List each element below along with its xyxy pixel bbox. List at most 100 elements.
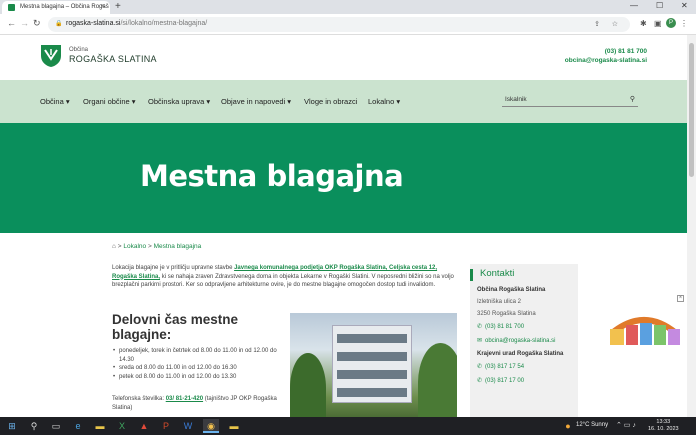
contact-phone-link[interactable]: ✆ (03) 81 81 700 [477, 323, 571, 330]
browser-tab[interactable]: Mestna blagajna – Občina Rogaš × [2, 1, 110, 14]
minimize-button[interactable]: — [630, 1, 638, 10]
windows-start-icon[interactable]: ⊞ [4, 419, 20, 433]
browser-toolbar: ← → ↻ 🔒 rogaska-slatina.si/si/lokalno/me… [0, 14, 696, 35]
logo-title[interactable]: ROGAŠKA SLATINA [69, 54, 157, 64]
profile-avatar[interactable]: P [666, 18, 676, 28]
office-phone-link[interactable]: ✆ (03) 817 17 00 [477, 377, 571, 384]
email-icon: ✉ [477, 338, 483, 344]
coat-of-arms-icon[interactable] [40, 44, 62, 68]
tab-close-icon[interactable]: × [101, 3, 105, 10]
back-arrow-icon[interactable]: ← [7, 18, 16, 28]
breadcrumb-current: Mestna blagajna [153, 243, 202, 250]
tab-title: Mestna blagajna – Občina Rogaš [20, 4, 109, 10]
url-path: /si/lokalno/mestna-blagajna/ [120, 20, 208, 27]
office-phone-link[interactable]: ✆ (03) 817 17 54 [477, 363, 571, 370]
file-explorer-icon[interactable]: ▬ [92, 419, 108, 433]
page-viewport: Občina ROGAŠKA SLATINA (03) 81 81 700 ob… [0, 35, 687, 417]
tab-strip: Mestna blagajna – Občina Rogaš × + — ☐ ✕ [0, 0, 696, 14]
menu-dots-icon[interactable]: ⋮ [680, 19, 688, 28]
nav-vloge-in-obrazci[interactable]: Vloge in obrazci [304, 97, 357, 106]
weather-text[interactable]: 12°C Sunny [576, 422, 608, 428]
window-row [337, 352, 407, 361]
close-window-button[interactable]: ✕ [681, 1, 688, 10]
favicon-icon [8, 4, 15, 11]
phone-icon: ✆ [477, 378, 483, 384]
search-icon[interactable]: ⚲ [26, 419, 42, 433]
new-tab-button[interactable]: + [115, 1, 121, 13]
search-icon[interactable]: ⚲ [630, 95, 635, 103]
building-photo [290, 313, 457, 417]
intro-text-1: Lokacija blagajne je v pritličju upravne… [112, 265, 235, 271]
phone-label: Telefonska številka: [112, 396, 166, 402]
url-host: rogaska-slatina.si [66, 20, 121, 27]
tree-shape [290, 353, 326, 417]
intro-text-2: ki se nahaja zraven Zdravstvenega doma i… [112, 273, 454, 289]
lock-icon: 🔒 [55, 21, 63, 27]
page-title: Mestna blagajna [140, 159, 404, 193]
forward-arrow-icon[interactable]: → [20, 18, 29, 28]
breadcrumb-separator: > [117, 243, 122, 250]
phone-icon: ✆ [477, 324, 483, 330]
breadcrumb-separator: > [147, 243, 152, 250]
contact-city: 3250 Rogaška Slatina [477, 311, 536, 317]
header-phone-link[interactable]: (03) 81 81 700 [605, 48, 647, 55]
share-icon[interactable]: ⇪ [594, 20, 600, 28]
clock[interactable]: 13:33 16. 10. 2023 [648, 419, 679, 433]
site-header: Občina ROGAŠKA SLATINA (03) 81 81 700 ob… [0, 35, 687, 80]
scrollbar-thumb[interactable] [689, 43, 694, 177]
nav-objave-in-napovedi[interactable]: Objave in napovedi ▾ [221, 97, 291, 106]
search-input[interactable]: Iskalnik ⚲ [502, 94, 638, 107]
chrome-icon[interactable]: ◉ [203, 419, 219, 433]
nav-lokalno[interactable]: Lokalno ▾ [368, 97, 400, 106]
task-view-icon[interactable]: ▭ [48, 419, 64, 433]
contact-email: obcina@rogaska-slatina.si [485, 338, 556, 344]
nav-obcina[interactable]: Občina ▾ [40, 97, 70, 106]
office-name: Krajevni urad Rogaška Slatina [477, 351, 564, 357]
phone-icon: ✆ [477, 364, 483, 370]
hours-item: sreda od 8.00 do 11.00 in od 12.00 do 16… [112, 364, 282, 373]
page-scrollbar[interactable] [687, 35, 696, 417]
hero-banner: Mestna blagajna [0, 123, 687, 233]
excel-icon[interactable]: X [114, 419, 130, 433]
edge-icon[interactable]: e [70, 419, 86, 433]
family-friendly-badge[interactable] [604, 307, 684, 349]
office-phone-1: (03) 817 17 54 [485, 364, 525, 370]
address-bar[interactable]: 🔒 rogaska-slatina.si/si/lokalno/mestna-b… [48, 17, 630, 32]
hours-heading: Delovni čas mestne blagajne: [112, 312, 239, 342]
contact-org: Občina Rogaška Slatina [477, 287, 546, 293]
phone-paragraph: Telefonska številka: 03/ 81-21-420 (tajn… [112, 395, 282, 412]
sidepanel-icon[interactable]: ▣ [654, 19, 662, 28]
ad-close-button[interactable]: × [677, 295, 684, 302]
okp-phone-link[interactable]: 03/ 81-21-420 [166, 396, 203, 402]
building-shape [332, 325, 412, 403]
nav-obcinska-uprava[interactable]: Občinska uprava ▾ [148, 97, 210, 106]
window-row [337, 388, 407, 397]
hours-list: ponedeljek, torek in četrtek od 8.00 do … [112, 347, 282, 381]
intro-paragraph: Lokacija blagajne je v pritličju upravne… [112, 264, 457, 290]
contacts-sidebar: Kontakti Občina Rogaška Slatina Izletniš… [470, 264, 578, 417]
reload-icon[interactable]: ↻ [33, 18, 41, 29]
extensions-icon[interactable]: ✱ [640, 19, 647, 28]
word-icon[interactable]: W [180, 419, 196, 433]
contact-email-link[interactable]: ✉ obcina@rogaska-slatina.si [477, 337, 571, 344]
maximize-button[interactable]: ☐ [656, 1, 663, 10]
search-placeholder: Iskalnik [505, 96, 527, 103]
folder-icon[interactable]: ▬ [226, 419, 242, 433]
header-email-link[interactable]: obcina@rogaska-slatina.si [565, 57, 647, 64]
clock-date: 16. 10. 2023 [648, 426, 679, 432]
nav-organi-obcine[interactable]: Organi občine ▾ [83, 97, 136, 106]
tree-shape [418, 343, 457, 417]
window-row [337, 370, 407, 379]
bookmark-star-icon[interactable]: ☆ [612, 20, 618, 28]
accent-bar [470, 269, 473, 281]
system-tray-icons[interactable]: ⌃ ▭ ♪ [616, 421, 636, 429]
contacts-title: Kontakti [480, 268, 515, 279]
weather-sun-icon[interactable]: ● [560, 419, 576, 433]
main-navigation: Občina ▾ Organi občine ▾ Občinska uprava… [0, 80, 687, 123]
home-icon[interactable]: ⌂ [112, 243, 116, 250]
window-row [337, 334, 407, 343]
breadcrumb-lokalno[interactable]: Lokalno [123, 243, 146, 250]
powerpoint-icon[interactable]: P [158, 419, 174, 433]
pdf-reader-icon[interactable]: ▲ [136, 419, 152, 433]
windows-taskbar: ⊞ ⚲ ▭ e ▬ X ▲ P W ◉ ▬ ● 12°C Sunny ⌃ ▭ ♪… [0, 417, 696, 435]
